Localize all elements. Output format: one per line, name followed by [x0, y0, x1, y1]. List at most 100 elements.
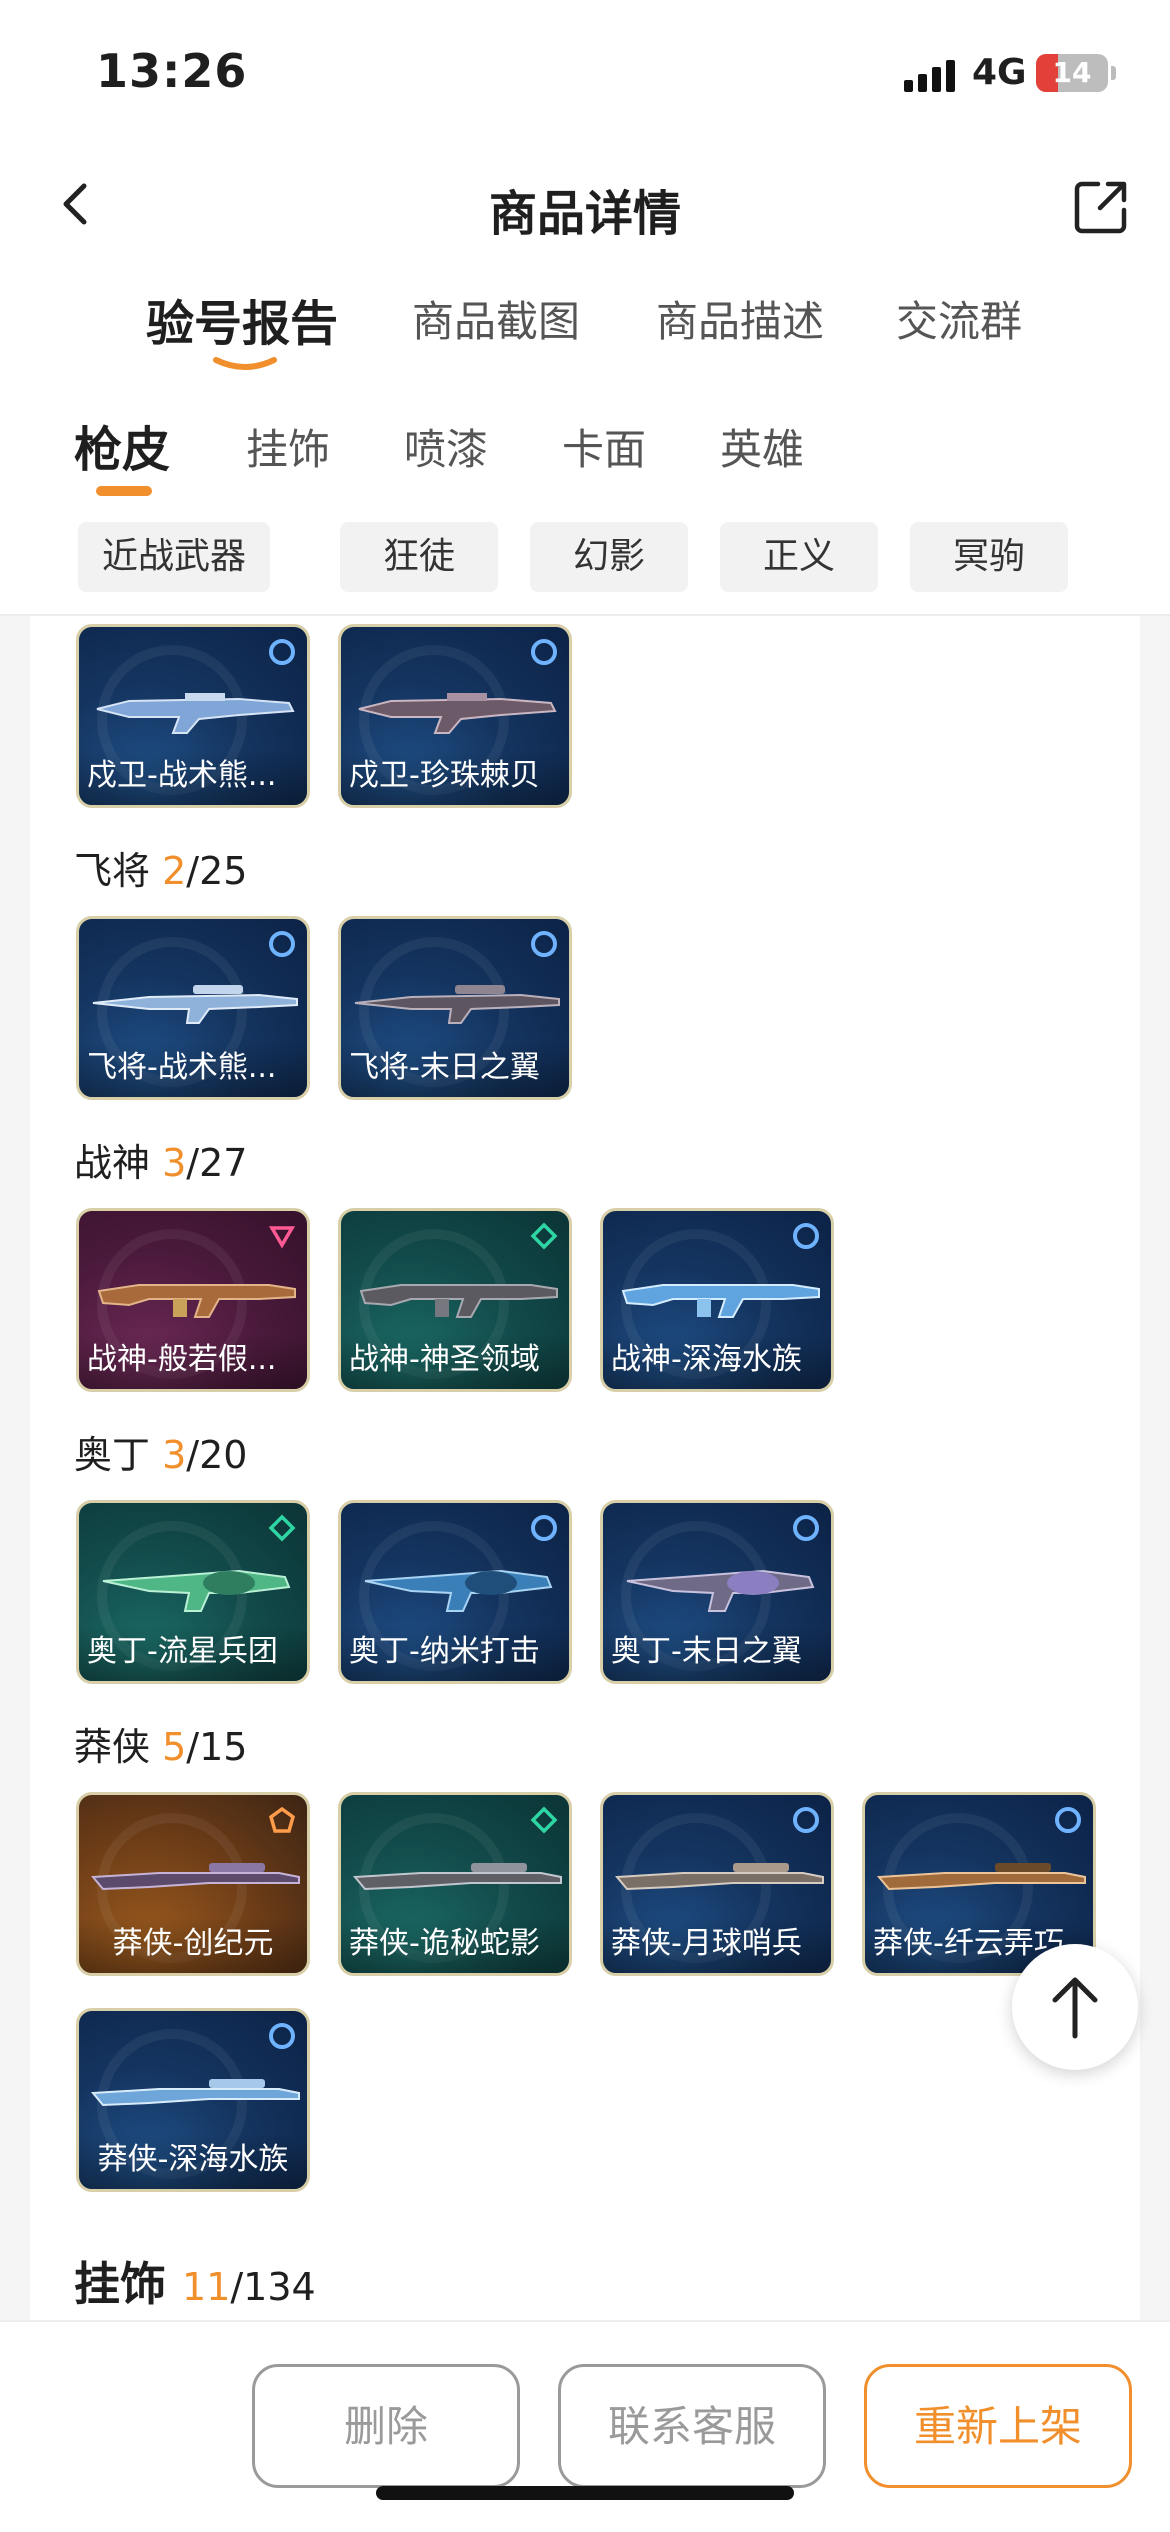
rarity-circle-icon	[269, 931, 295, 957]
nav-bar: 商品详情	[0, 150, 1170, 260]
network-type: 4G	[972, 52, 1027, 93]
weapon-image	[90, 2079, 300, 2107]
filter-chip[interactable]: 冥驹	[910, 522, 1068, 592]
tab-charms[interactable]: 挂饰	[246, 416, 330, 477]
filter-chip[interactable]: 正义	[720, 522, 878, 592]
weapon-image	[626, 1569, 815, 1612]
total-count: /15	[186, 1725, 248, 1769]
rarity-circle-icon	[531, 931, 557, 957]
weapon-group-title: 奥丁 3/20	[74, 1424, 247, 1479]
group-name: 奥丁	[74, 1433, 151, 1477]
contact-support-button[interactable]: 联系客服	[558, 2364, 826, 2488]
tab-screenshots[interactable]: 商品截图	[412, 288, 580, 349]
skin-card[interactable]: 莽侠-月球哨兵	[600, 1792, 834, 1976]
total-count: /20	[186, 1433, 248, 1477]
filter-chip[interactable]: 狂徒	[340, 522, 498, 592]
rarity-diamond-icon	[268, 1514, 296, 1542]
skin-card[interactable]: 奥丁-纳米打击	[338, 1500, 572, 1684]
skin-card[interactable]: 奥丁-流星兵团	[76, 1500, 310, 1684]
skin-card[interactable]: 战神-深海水族	[600, 1208, 834, 1392]
active-subtab-indicator	[96, 486, 152, 496]
weapon-group-title: 飞将 2/25	[74, 840, 247, 895]
weapon-filter-bar: 近战武器 狂徒 幻影 正义 冥驹	[0, 510, 1170, 616]
group-name: 战神	[74, 1141, 151, 1185]
relist-button[interactable]: 重新上架	[864, 2364, 1132, 2488]
page-title: 商品详情	[488, 186, 681, 242]
skin-card[interactable]: 飞将-末日之翼	[338, 916, 572, 1100]
tab-inspection-report[interactable]: 验号报告	[146, 284, 338, 354]
weapon-image	[876, 1863, 1086, 1891]
rarity-circle-icon	[531, 639, 557, 665]
battery-level: 14	[1052, 56, 1092, 89]
skin-name: 莽侠-月球哨兵	[603, 1917, 831, 1973]
tab-gun-skins[interactable]: 枪皮	[74, 410, 170, 480]
scroll-to-top-button[interactable]	[1012, 1944, 1138, 2070]
owned-count: 3	[162, 1141, 187, 1185]
tab-chat-group[interactable]: 交流群	[896, 288, 1022, 349]
tab-cards[interactable]: 卡面	[562, 416, 646, 477]
home-indicator	[376, 2486, 794, 2500]
tab-description[interactable]: 商品描述	[656, 288, 824, 349]
skin-name: 战神-深海水族	[603, 1333, 831, 1389]
rarity-circle-icon	[531, 1515, 557, 1541]
skin-name: 戍卫-珍珠棘贝	[341, 749, 569, 805]
owned-count: 2	[162, 849, 187, 893]
skin-card[interactable]: 莽侠-诡秘蛇影	[338, 1792, 572, 1976]
cellular-signal-icon	[904, 58, 956, 92]
skin-name: 莽侠-诡秘蛇影	[341, 1917, 569, 1973]
weapon-image	[364, 1569, 553, 1612]
group-name: 飞将	[74, 849, 151, 893]
rarity-triangle-icon	[268, 1226, 296, 1249]
weapon-image	[90, 1863, 300, 1891]
filter-chip[interactable]: 幻影	[530, 522, 688, 592]
share-icon[interactable]	[1072, 178, 1130, 236]
battery-icon: 14	[1036, 54, 1108, 92]
tab-sprays[interactable]: 喷漆	[404, 416, 488, 477]
weapon-image	[102, 1569, 291, 1612]
section-title-charms: 挂饰 11/134	[74, 2248, 316, 2314]
delete-button[interactable]: 删除	[252, 2364, 520, 2488]
weapon-image	[354, 985, 560, 1024]
weapon-image	[352, 1863, 562, 1891]
total-count: /25	[186, 849, 248, 893]
skin-name: 莽侠-深海水族	[79, 2133, 307, 2189]
skin-card[interactable]: 戍卫-战术熊...	[76, 624, 310, 808]
tab-heroes[interactable]: 英雄	[720, 416, 804, 477]
rarity-diamond-icon	[530, 1806, 558, 1834]
battery-nub	[1111, 66, 1116, 80]
skin-card[interactable]: 戍卫-珍珠棘贝	[338, 624, 572, 808]
skin-card[interactable]: 奥丁-末日之翼	[600, 1500, 834, 1684]
bottom-action-bar: 删除 联系客服 重新上架	[0, 2320, 1170, 2532]
weapon-image	[92, 985, 298, 1024]
filter-chip[interactable]: 近战武器	[78, 522, 270, 592]
skin-name: 战神-神圣领域	[341, 1333, 569, 1389]
rarity-circle-icon	[793, 1515, 819, 1541]
status-bar: 13:26 4G 14	[0, 0, 1170, 150]
skin-card[interactable]: 莽侠-创纪元	[76, 1792, 310, 1976]
skin-name: 莽侠-创纪元	[79, 1917, 307, 1973]
weapon-image	[621, 1284, 820, 1318]
skin-card[interactable]: 战神-般若假...	[76, 1208, 310, 1392]
status-time: 13:26	[96, 44, 248, 98]
skin-card[interactable]: 莽侠-深海水族	[76, 2008, 310, 2192]
weapon-group-title: 莽侠 5/15	[74, 1716, 247, 1771]
skin-list: 戍卫-战术熊... 戍卫-珍珠棘贝 飞将 2/25 飞将-战术熊... 飞将-末…	[30, 616, 1140, 2320]
total-count: /27	[186, 1141, 248, 1185]
group-name: 莽侠	[74, 1725, 151, 1769]
main-tabs: 验号报告 商品截图 商品描述 交流群	[0, 260, 1170, 380]
owned-count: 3	[162, 1433, 187, 1477]
rarity-diamond-icon	[530, 1222, 558, 1250]
skin-name: 奥丁-纳米打击	[341, 1625, 569, 1681]
skin-name: 飞将-末日之翼	[341, 1041, 569, 1097]
skin-card[interactable]: 战神-神圣领域	[338, 1208, 572, 1392]
page: 13:26 4G 14 商品详情 验号报告 商品截图 商品描述 交流群 枪皮 挂…	[0, 0, 1170, 2532]
skin-name: 飞将-战术熊...	[79, 1041, 307, 1097]
rarity-circle-icon	[793, 1223, 819, 1249]
owned-count: 5	[162, 1725, 187, 1769]
skin-card[interactable]: 飞将-战术熊...	[76, 916, 310, 1100]
rarity-circle-icon	[269, 639, 295, 665]
weapon-image	[358, 693, 557, 734]
rarity-pentagon-icon	[268, 1806, 296, 1833]
weapon-image	[97, 1284, 296, 1318]
arrow-up-icon	[1052, 1977, 1098, 2039]
